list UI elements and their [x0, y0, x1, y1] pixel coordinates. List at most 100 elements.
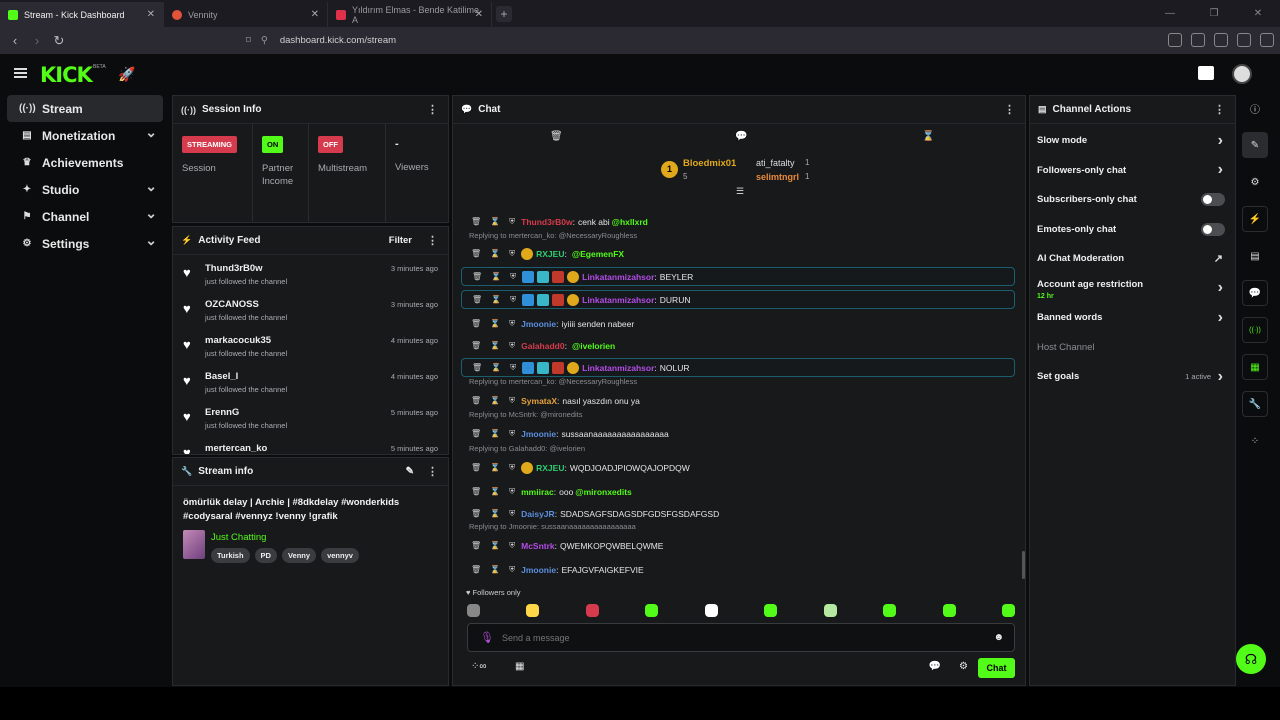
- chat-username[interactable]: Galahadd0: [521, 341, 564, 351]
- ban-shield-icon[interactable]: ⛨: [509, 217, 515, 227]
- timeout-icon[interactable]: ⌛: [490, 217, 500, 226]
- sidebar-item-stream[interactable]: ((·)) Stream: [7, 95, 163, 122]
- chat-message[interactable]: 🗑 ⌛ ⛨ Linkatanmizahsor: NOLUR: [461, 358, 1015, 377]
- feed-item[interactable]: ♥ ErennG just followed the channel 5 minute…: [173, 403, 448, 439]
- mention[interactable]: @hxllxrd: [612, 217, 648, 227]
- hamburger-menu-icon[interactable]: [14, 68, 27, 78]
- browser-tab-1[interactable]: Vennity ✕: [164, 2, 328, 27]
- ban-shield-icon[interactable]: ⛨: [509, 487, 515, 497]
- delete-icon[interactable]: 🗑: [471, 541, 481, 550]
- mention[interactable]: @mironxedits: [575, 487, 631, 497]
- emote-icon[interactable]: [467, 604, 480, 617]
- action-set-goals[interactable]: Set goals 1 active ›: [1030, 362, 1235, 392]
- action-account-age-restriction[interactable]: Account age restriction 12 hr ›: [1030, 274, 1235, 304]
- chevron-down-icon[interactable]: ⌄: [145, 178, 157, 195]
- forward-icon[interactable]: ›: [26, 33, 48, 48]
- delete-icon[interactable]: 🗑: [471, 341, 481, 350]
- chat-username[interactable]: RXJEU: [536, 463, 564, 473]
- tag-turkish[interactable]: Turkish: [211, 548, 250, 563]
- chat-username[interactable]: Jmoonie: [521, 319, 556, 329]
- action-slow-mode[interactable]: Slow mode ›: [1030, 126, 1235, 156]
- sidebar-item-settings[interactable]: ⚙ Settings ⌄: [7, 230, 163, 257]
- external-link-icon[interactable]: ↗: [1214, 252, 1223, 265]
- emote-icon[interactable]: [823, 604, 837, 617]
- action-emotes-only-chat[interactable]: Emotes-only chat: [1030, 215, 1235, 245]
- timeout-icon[interactable]: ⌛: [490, 429, 500, 438]
- ban-shield-icon[interactable]: ⛨: [510, 363, 516, 373]
- tag-venny[interactable]: Venny: [281, 548, 317, 563]
- chat-message[interactable]: 🗑 ⌛ ⛨ Linkatanmizahsor: DURUN: [461, 290, 1015, 309]
- site-settings-icon[interactable]: ⚲: [261, 35, 268, 46]
- mention[interactable]: @EgemenFX: [572, 249, 624, 259]
- filter-button[interactable]: Filter: [389, 235, 412, 246]
- hourglass-icon[interactable]: ⌛: [922, 131, 934, 142]
- layout-icon[interactable]: ▦: [1242, 354, 1268, 380]
- tag-vennyv[interactable]: vennyv: [321, 548, 359, 563]
- sidebar-item-studio[interactable]: ✦ Studio ⌄: [7, 176, 163, 203]
- timeout-icon[interactable]: ⌛: [490, 319, 500, 328]
- timeout-icon[interactable]: ⌛: [491, 363, 501, 372]
- chevron-down-icon[interactable]: ⌄: [145, 124, 157, 141]
- settings-icon[interactable]: ⚙: [1242, 169, 1268, 195]
- delete-icon[interactable]: 🗑: [471, 319, 481, 328]
- emote-icon[interactable]: [883, 604, 897, 617]
- chevron-down-icon[interactable]: ⌄: [145, 232, 157, 249]
- chat-message[interactable]: 🗑 ⌛ ⛨ RXJEU: WQDJOADJPIOWQAJOPDQW: [461, 458, 1015, 477]
- info-icon[interactable]: ⓘ: [1242, 95, 1268, 121]
- chat-message[interactable]: 🗑 ⌛ ⛨ RXJEU: @EgemenFX: [461, 244, 1015, 263]
- minimize-icon[interactable]: —: [1148, 0, 1192, 27]
- timeout-icon[interactable]: ⌛: [490, 463, 500, 472]
- close-tab-icon[interactable]: ✕: [311, 9, 319, 20]
- more-options-icon[interactable]: ⋮: [1214, 103, 1225, 116]
- drops-icon[interactable]: ⁘∞: [471, 661, 487, 672]
- emote-icon[interactable]: [585, 604, 599, 617]
- chat-username[interactable]: Jmoonie: [521, 565, 556, 575]
- ban-shield-icon[interactable]: ⛨: [509, 541, 515, 551]
- edit-icon[interactable]: ✎: [406, 466, 414, 477]
- emote-icon[interactable]: [942, 604, 956, 617]
- help-headset-icon[interactable]: ☊: [1236, 644, 1266, 674]
- chat-message[interactable]: 🗑 ⌛ ⛨ Jmoonie: EFAJGVFAIGKEFVIE: [461, 560, 1015, 579]
- ban-shield-icon[interactable]: ⛨: [509, 396, 515, 406]
- delete-icon[interactable]: 🗑: [471, 249, 481, 258]
- chat-message-input[interactable]: [501, 632, 994, 643]
- chat-message[interactable]: 🗑 ⌛ ⛨ Jmoonie: iyiiii senden nabeer: [461, 314, 1015, 333]
- action-followers-only-chat[interactable]: Followers-only chat ›: [1030, 156, 1235, 186]
- ban-shield-icon[interactable]: ⛨: [509, 463, 515, 473]
- delete-icon[interactable]: 🗑: [471, 217, 481, 226]
- chat-message[interactable]: 🗑 ⌛ ⛨ McSntrk: QWEMKOPQWBELQWME: [461, 536, 1015, 555]
- microphone-icon[interactable]: 🎙: [480, 631, 494, 644]
- sidebar-item-achievements[interactable]: ♛ Achievements: [7, 149, 163, 176]
- feed-item[interactable]: ♥ mertercan_ko 5 minutes ago: [173, 439, 448, 454]
- chevron-right-icon[interactable]: ›: [1218, 309, 1223, 327]
- delete-icon[interactable]: 🗑: [472, 272, 482, 281]
- chat-message[interactable]: 🗑 ⌛ ⛨ Galahadd0: @ivelorien: [461, 336, 1015, 355]
- chat-username[interactable]: Jmoonie: [521, 429, 556, 439]
- timeout-icon[interactable]: ⌛: [490, 509, 500, 518]
- chevron-right-icon[interactable]: ›: [1218, 161, 1223, 179]
- more-options-icon[interactable]: ⋮: [427, 103, 438, 116]
- chevron-right-icon[interactable]: ›: [1218, 132, 1223, 150]
- sidebar-item-monetization[interactable]: ▤ Monetization ⌄: [7, 122, 163, 149]
- chat-settings-bubble-icon[interactable]: 💬: [929, 661, 941, 672]
- sidebar-item-channel[interactable]: ⚑ Channel ⌄: [7, 203, 163, 230]
- emote-icon[interactable]: [526, 604, 540, 617]
- broadcast-icon[interactable]: ((·)): [1242, 317, 1268, 343]
- top-gifter-name[interactable]: Bloedmix01: [683, 158, 736, 169]
- new-tab-button[interactable]: +: [496, 6, 512, 22]
- chevron-right-icon[interactable]: ›: [1218, 279, 1223, 297]
- browser-tab-0[interactable]: Stream - Kick Dashboard ✕: [0, 2, 164, 27]
- chat-icon[interactable]: 💬: [735, 131, 747, 142]
- chat-username[interactable]: DaisyJR: [521, 509, 555, 519]
- chat-username[interactable]: RXJEU: [536, 249, 564, 259]
- wallet-icon[interactable]: [1237, 33, 1251, 47]
- gifter-3-name[interactable]: selimtngrl: [756, 172, 799, 182]
- send-chat-button[interactable]: Chat: [978, 658, 1015, 678]
- store-icon[interactable]: ▦: [515, 661, 524, 672]
- ban-shield-icon[interactable]: ⛨: [509, 565, 515, 575]
- mention[interactable]: @ivelorien: [572, 341, 615, 351]
- emote-icon[interactable]: [704, 604, 718, 617]
- tag-pd[interactable]: PD: [254, 548, 277, 563]
- action-banned-words[interactable]: Banned words ›: [1030, 303, 1235, 333]
- timeout-icon[interactable]: ⌛: [490, 341, 500, 350]
